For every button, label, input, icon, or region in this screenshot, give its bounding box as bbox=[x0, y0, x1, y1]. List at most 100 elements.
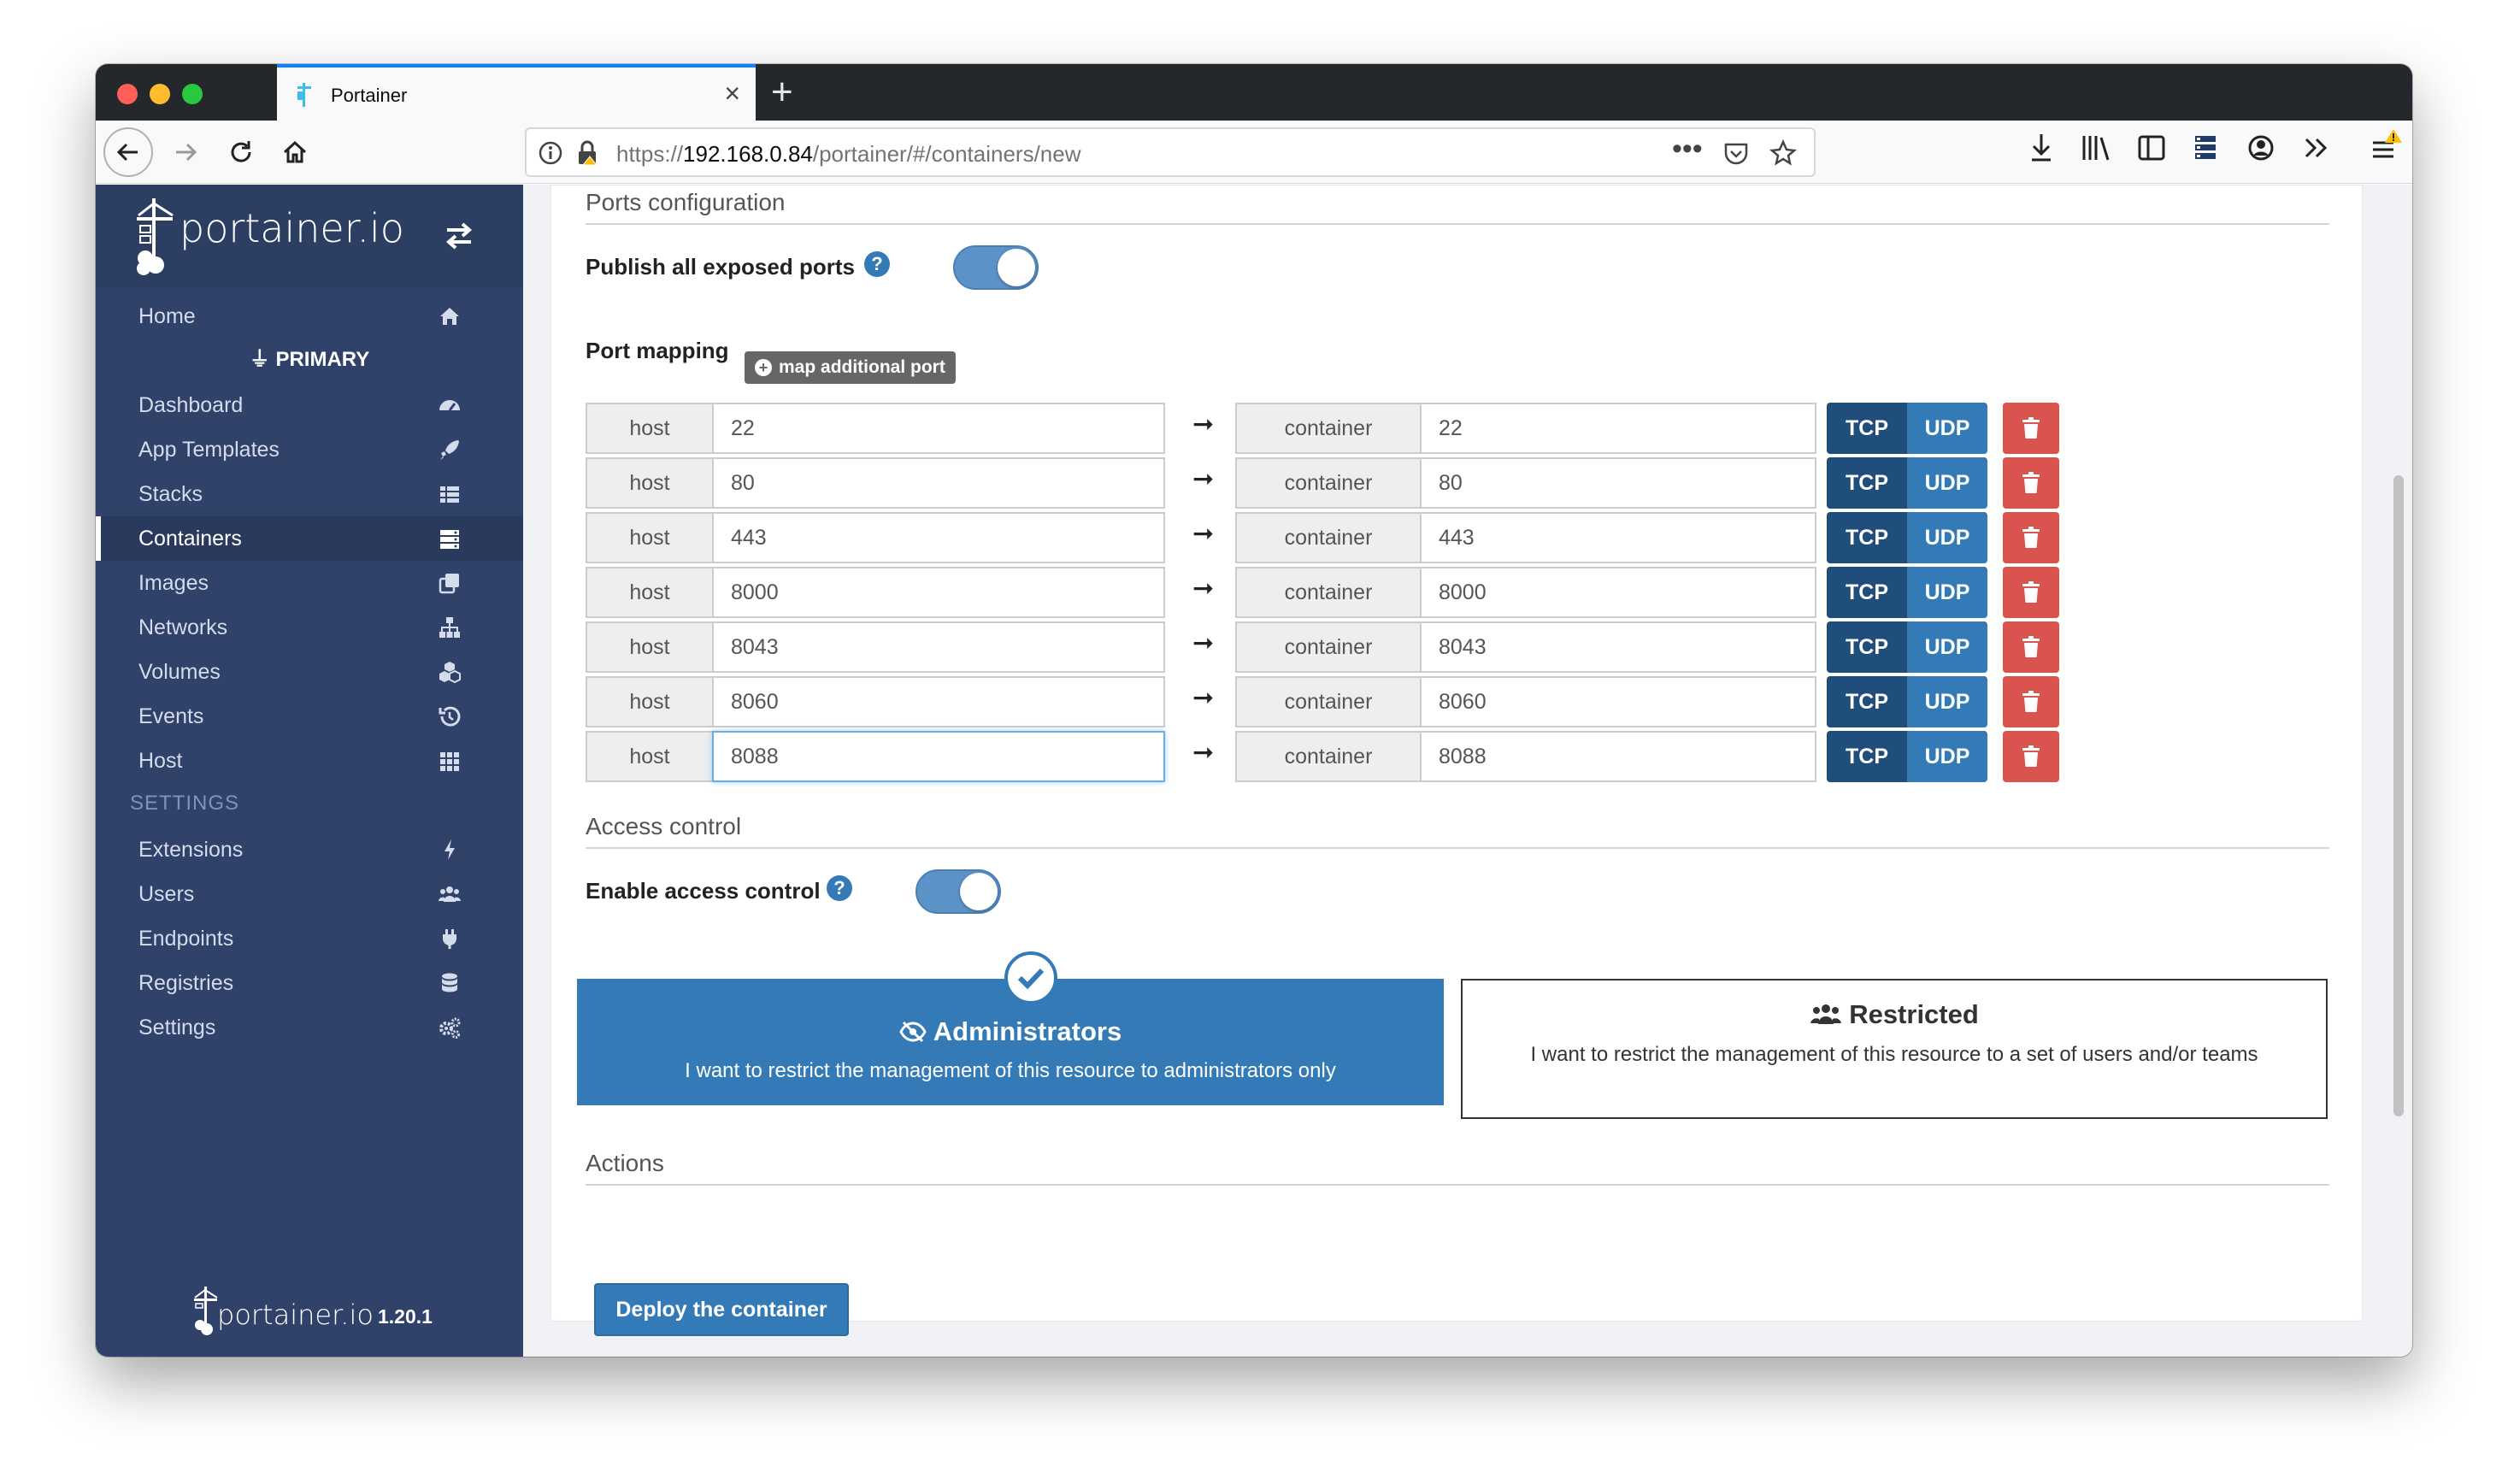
bookmark-star-icon[interactable] bbox=[1769, 139, 1797, 167]
map-additional-port-button[interactable]: + map additional port bbox=[745, 351, 956, 384]
udp-button[interactable]: UDP bbox=[1907, 731, 1987, 782]
tcp-button[interactable]: TCP bbox=[1827, 457, 1907, 509]
host-port-input[interactable]: 8043 bbox=[712, 621, 1165, 673]
extension-icon[interactable] bbox=[2192, 131, 2219, 165]
home-button[interactable] bbox=[274, 131, 316, 174]
udp-button[interactable]: UDP bbox=[1907, 676, 1987, 727]
sidebar-item-stacks[interactable]: Stacks bbox=[96, 472, 523, 516]
maximize-window-button[interactable] bbox=[182, 84, 203, 104]
question-circle-icon[interactable]: ? bbox=[864, 251, 890, 277]
host-port-input[interactable]: 8088 bbox=[712, 731, 1165, 782]
exchange-icon[interactable] bbox=[442, 219, 476, 253]
sidebar-item-registries[interactable]: Registries bbox=[96, 961, 523, 1005]
sidebar-item-events[interactable]: Events bbox=[96, 694, 523, 739]
overflow-chevron-icon[interactable] bbox=[2301, 131, 2330, 165]
page-actions-icon[interactable]: ••• bbox=[1672, 132, 1703, 166]
container-port-input[interactable]: 80 bbox=[1420, 457, 1816, 509]
remove-port-button[interactable] bbox=[2003, 676, 2059, 727]
host-port-input[interactable]: 80 bbox=[712, 457, 1165, 509]
tcp-button[interactable]: TCP bbox=[1827, 403, 1907, 454]
udp-button[interactable]: UDP bbox=[1907, 621, 1987, 673]
question-circle-icon[interactable]: ? bbox=[827, 875, 852, 901]
minimize-window-button[interactable] bbox=[150, 84, 170, 104]
remove-port-button[interactable] bbox=[2003, 621, 2059, 673]
container-port-input[interactable]: 8043 bbox=[1420, 621, 1816, 673]
sidebar-item-dashboard[interactable]: Dashboard bbox=[96, 383, 523, 427]
sidebar-item-containers[interactable]: Containers bbox=[96, 516, 523, 561]
host-addon: host bbox=[586, 512, 714, 563]
tab-title: Portainer bbox=[331, 85, 408, 106]
udp-button[interactable]: UDP bbox=[1907, 457, 1987, 509]
library-icon[interactable] bbox=[2081, 131, 2111, 165]
host-port-input[interactable]: 8000 bbox=[712, 567, 1165, 618]
actions-section-title: Actions bbox=[586, 1150, 664, 1176]
host-port-input[interactable]: 443 bbox=[712, 512, 1165, 563]
reload-button[interactable] bbox=[220, 131, 262, 174]
sidebar-item-extensions[interactable]: Extensions bbox=[96, 827, 523, 872]
access-control-toggle[interactable] bbox=[915, 869, 1001, 914]
sidebar-item-home[interactable]: Home bbox=[96, 294, 523, 339]
container-addon: container bbox=[1235, 676, 1422, 727]
close-window-button[interactable] bbox=[117, 84, 138, 104]
tab-close-icon[interactable]: × bbox=[724, 78, 740, 109]
publish-ports-toggle[interactable] bbox=[953, 245, 1039, 290]
container-port-input[interactable]: 443 bbox=[1420, 512, 1816, 563]
database-icon bbox=[442, 973, 457, 992]
insecure-lock-icon[interactable] bbox=[574, 139, 602, 167]
sidebar-item-app-templates[interactable]: App Templates bbox=[96, 427, 523, 472]
restricted-option[interactable]: Restricted I want to restrict the manage… bbox=[1461, 979, 2328, 1119]
vertical-scrollbar[interactable] bbox=[2393, 475, 2404, 1116]
container-port-input[interactable]: 8060 bbox=[1420, 676, 1816, 727]
remove-port-button[interactable] bbox=[2003, 731, 2059, 782]
tcp-button[interactable]: TCP bbox=[1827, 731, 1907, 782]
brand-name[interactable]: portainer.io bbox=[180, 205, 404, 251]
container-addon: container bbox=[1235, 621, 1422, 673]
restricted-title-row: Restricted bbox=[1463, 999, 2326, 1030]
forward-button[interactable] bbox=[164, 131, 207, 174]
remove-port-button[interactable] bbox=[2003, 403, 2059, 454]
sidebar-item-volumes[interactable]: Volumes bbox=[96, 650, 523, 694]
deploy-container-button[interactable]: Deploy the container bbox=[594, 1283, 849, 1336]
browser-tab[interactable]: Portainer × bbox=[277, 64, 756, 121]
info-icon[interactable] bbox=[539, 141, 562, 165]
long-arrow-right-icon: ➞ bbox=[1192, 410, 1215, 439]
sidebar-item-host[interactable]: Host bbox=[96, 739, 523, 783]
tcp-button[interactable]: TCP bbox=[1827, 621, 1907, 673]
container-port-input[interactable]: 8000 bbox=[1420, 567, 1816, 618]
sidebar-item-users[interactable]: Users bbox=[96, 872, 523, 916]
udp-button[interactable]: UDP bbox=[1907, 403, 1987, 454]
account-icon[interactable] bbox=[2246, 131, 2275, 165]
host-port-input[interactable]: 22 bbox=[712, 403, 1165, 454]
browser-titlebar: Portainer × + bbox=[96, 64, 2412, 121]
remove-port-button[interactable] bbox=[2003, 457, 2059, 509]
pocket-icon[interactable] bbox=[1723, 141, 1749, 167]
sidebar-item-images[interactable]: Images bbox=[96, 561, 523, 605]
sidebar-toggle-icon[interactable] bbox=[2137, 131, 2166, 165]
url-host: 192.168.0.84 bbox=[683, 141, 813, 167]
back-button[interactable] bbox=[103, 127, 153, 177]
tcp-button[interactable]: TCP bbox=[1827, 512, 1907, 563]
tcp-button[interactable]: TCP bbox=[1827, 567, 1907, 618]
sidebar-item-settings[interactable]: Settings bbox=[96, 1005, 523, 1050]
sidebar-item-endpoints[interactable]: Endpoints bbox=[96, 916, 523, 961]
long-arrow-right-icon: ➞ bbox=[1192, 520, 1215, 548]
sidebar-item-networks[interactable]: Networks bbox=[96, 605, 523, 650]
remove-port-button[interactable] bbox=[2003, 567, 2059, 618]
container-addon: container bbox=[1235, 567, 1422, 618]
new-tab-icon[interactable]: + bbox=[771, 71, 793, 114]
long-arrow-right-icon: ➞ bbox=[1192, 629, 1215, 657]
tcp-button[interactable]: TCP bbox=[1827, 676, 1907, 727]
sidebar-item-label: Dashboard bbox=[138, 392, 244, 417]
container-port-input[interactable]: 8088 bbox=[1420, 731, 1816, 782]
remove-port-button[interactable] bbox=[2003, 512, 2059, 563]
sidebar-footer: portainer.io 1.20.1 bbox=[96, 1280, 523, 1340]
restricted-title: Restricted bbox=[1849, 999, 1979, 1029]
administrators-option[interactable]: Administrators I want to restrict the ma… bbox=[577, 951, 1444, 1105]
downloads-icon[interactable] bbox=[2028, 131, 2055, 165]
host-port-input[interactable]: 8060 bbox=[712, 676, 1165, 727]
container-port-input[interactable]: 22 bbox=[1420, 403, 1816, 454]
menu-icon[interactable] bbox=[2370, 127, 2404, 165]
address-bar[interactable]: https://192.168.0.84/portainer/#/contain… bbox=[525, 127, 1816, 177]
udp-button[interactable]: UDP bbox=[1907, 512, 1987, 563]
udp-button[interactable]: UDP bbox=[1907, 567, 1987, 618]
